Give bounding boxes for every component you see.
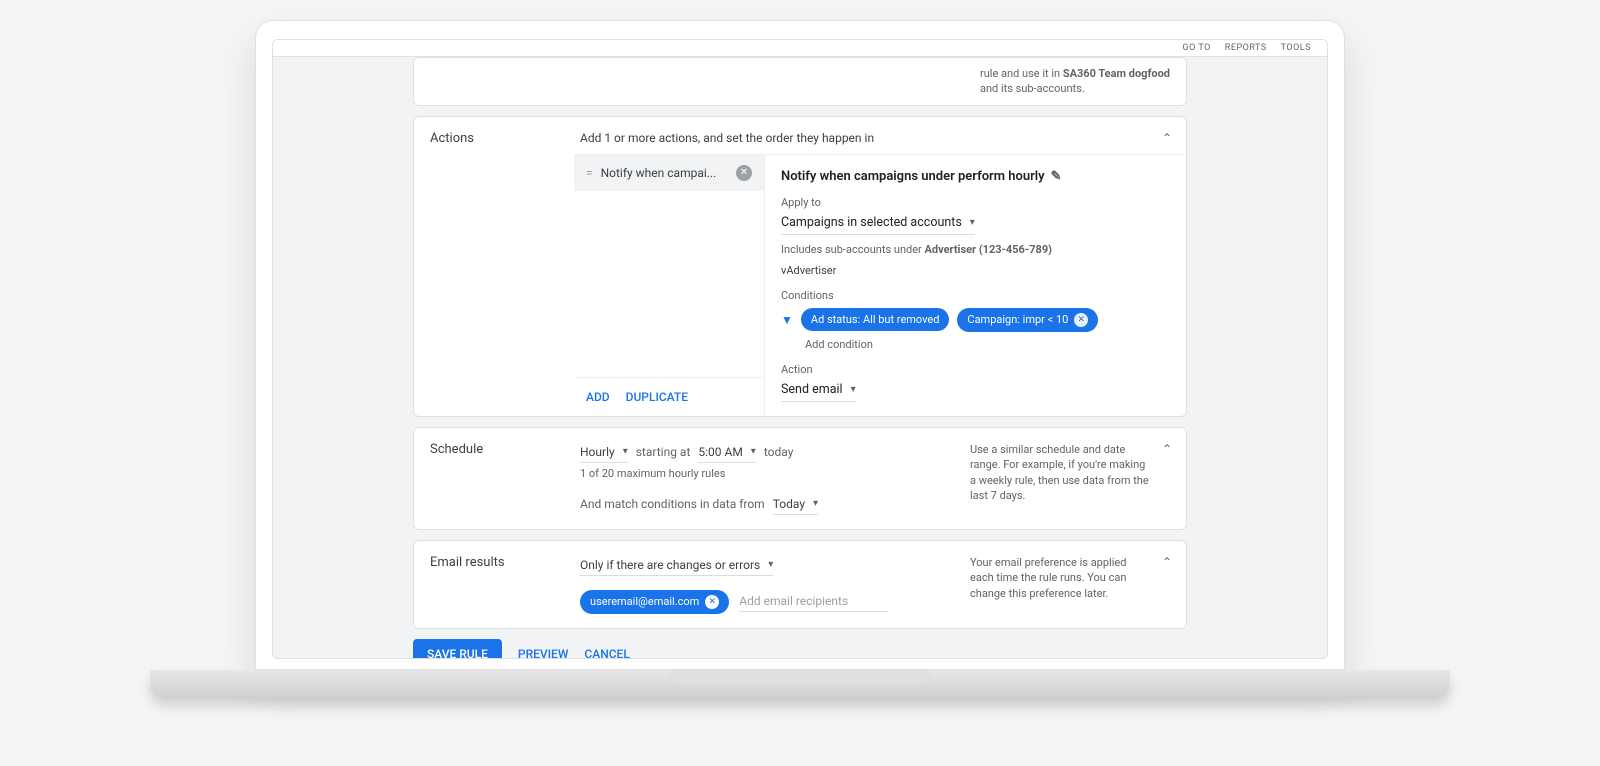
preview-button[interactable]: PREVIEW <box>518 647 568 659</box>
action-type-value: Send email <box>781 382 843 397</box>
remove-condition-icon[interactable]: ✕ <box>1074 313 1088 327</box>
schedule-match-value: Today <box>773 497 805 511</box>
edit-title-icon[interactable]: ✎ <box>1051 169 1062 184</box>
email-card: ⌃ Email results Only if there are change… <box>413 540 1187 629</box>
condition-chip-status[interactable]: Ad status: All but removed <box>801 308 950 331</box>
schedule-frequency-value: Hourly <box>580 445 615 459</box>
email-recipient-chip[interactable]: useremail@email.com ✕ <box>580 590 729 614</box>
add-condition-link[interactable]: Add condition <box>805 338 1170 351</box>
drag-handle-icon[interactable]: = <box>586 166 593 180</box>
condition-chip-impr[interactable]: Campaign: impr < 10 ✕ <box>957 308 1098 332</box>
email-label: Email results <box>430 555 560 614</box>
email-recipient-value: useremail@email.com <box>590 595 699 608</box>
actions-instruction: Add 1 or more actions, and set the order… <box>580 131 1170 146</box>
nav-goto[interactable]: GO TO <box>1182 43 1210 53</box>
schedule-time-value: 5:00 AM <box>698 445 742 459</box>
info-banner: rule and use it in SA360 Team dogfood an… <box>413 57 1187 106</box>
schedule-frequency-select[interactable]: Hourly <box>580 442 628 463</box>
filter-icon[interactable]: ▼ <box>781 313 793 327</box>
remove-recipient-icon[interactable]: ✕ <box>705 595 719 609</box>
top-nav: GO TO REPORTS TOOLS <box>273 40 1327 57</box>
actions-card: ⌃ Actions Add 1 or more actions, and set… <box>413 116 1187 417</box>
schedule-today-text: today <box>764 445 794 459</box>
collapse-icon[interactable]: ⌃ <box>1162 555 1172 569</box>
remove-action-icon[interactable]: ✕ <box>736 165 752 181</box>
schedule-match-prefix: And match conditions in data from <box>580 497 765 511</box>
includes-text-bold: Advertiser (123-456-789) <box>925 243 1052 256</box>
action-type-label: Action <box>781 363 1170 376</box>
email-condition-value: Only if there are changes or errors <box>580 558 760 572</box>
footer-buttons: SAVE RULE PREVIEW CANCEL <box>413 639 1187 659</box>
action-type-select[interactable]: Send email <box>781 378 856 402</box>
email-condition-select[interactable]: Only if there are changes or errors <box>580 555 773 576</box>
action-title: Notify when campaigns under perform hour… <box>781 169 1045 184</box>
duplicate-action-button[interactable]: DUPLICATE <box>626 390 688 404</box>
condition-chip-impr-label: Campaign: impr < 10 <box>967 313 1068 326</box>
actions-left-panel: = Notify when campai... ✕ ADD DUPLICATE <box>574 155 765 416</box>
conditions-label: Conditions <box>781 289 1170 302</box>
apply-to-value: Campaigns in selected accounts <box>781 215 962 230</box>
add-action-button[interactable]: ADD <box>586 390 610 404</box>
actions-label: Actions <box>430 131 560 146</box>
save-rule-button[interactable]: SAVE RULE <box>413 639 502 659</box>
info-text-prefix: rule and use it in <box>980 67 1063 80</box>
actions-right-panel: Notify when campaigns under perform hour… <box>765 155 1186 416</box>
schedule-help-text: Use a similar schedule and date range. F… <box>970 442 1170 515</box>
action-list-item[interactable]: = Notify when campai... ✕ <box>574 155 764 191</box>
schedule-match-select[interactable]: Today <box>773 494 818 515</box>
nav-reports[interactable]: REPORTS <box>1225 43 1267 53</box>
schedule-time-select[interactable]: 5:00 AM <box>698 442 755 463</box>
condition-chip-status-label: Ad status: All but removed <box>811 313 940 326</box>
apply-to-select[interactable]: Campaigns in selected accounts <box>781 211 975 235</box>
info-text-bold: SA360 Team dogfood <box>1063 67 1170 80</box>
add-recipients-input[interactable]: Add email recipients <box>739 591 888 612</box>
collapse-icon[interactable]: ⌃ <box>1162 131 1172 145</box>
schedule-rule-count: 1 of 20 maximum hourly rules <box>580 467 950 480</box>
action-list-item-label: Notify when campai... <box>601 166 717 180</box>
schedule-starting-at-text: starting at <box>636 445 691 459</box>
includes-text-prefix: Includes sub-accounts under <box>781 243 925 256</box>
schedule-label: Schedule <box>430 442 560 515</box>
email-help-text: Your email preference is applied each ti… <box>970 555 1170 614</box>
collapse-icon[interactable]: ⌃ <box>1162 442 1172 456</box>
vadvertiser-text: vAdvertiser <box>781 264 1170 277</box>
cancel-button[interactable]: CANCEL <box>584 647 629 659</box>
info-text-suffix: and its sub-accounts. <box>980 82 1085 95</box>
nav-tools[interactable]: TOOLS <box>1281 43 1311 53</box>
schedule-card: ⌃ Schedule Hourly starting at 5:00 AM <box>413 427 1187 530</box>
apply-to-label: Apply to <box>781 196 1170 209</box>
